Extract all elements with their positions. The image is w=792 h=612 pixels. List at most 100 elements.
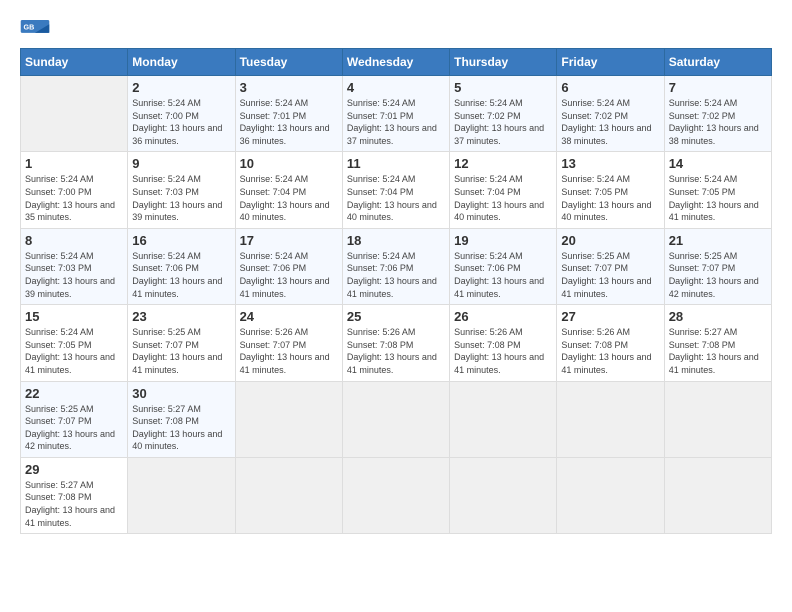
table-row: 18 Sunrise: 5:24 AM Sunset: 7:06 PM Dayli… — [342, 228, 449, 304]
table-row: 14 Sunrise: 5:24 AM Sunset: 7:05 PM Dayli… — [664, 152, 771, 228]
table-row: 4 Sunrise: 5:24 AM Sunset: 7:01 PM Daylig… — [342, 76, 449, 152]
table-row: 27 Sunrise: 5:26 AM Sunset: 7:08 PM Dayli… — [557, 305, 664, 381]
day-info: Sunrise: 5:24 AM Sunset: 7:05 PM Dayligh… — [669, 173, 767, 223]
day-number: 9 — [132, 156, 230, 171]
day-number: 30 — [132, 386, 230, 401]
day-info: Sunrise: 5:27 AM Sunset: 7:08 PM Dayligh… — [25, 479, 123, 529]
table-row — [664, 381, 771, 457]
day-number: 16 — [132, 233, 230, 248]
day-info: Sunrise: 5:25 AM Sunset: 7:07 PM Dayligh… — [561, 250, 659, 300]
day-info: Sunrise: 5:24 AM Sunset: 7:00 PM Dayligh… — [132, 97, 230, 147]
table-row: 19 Sunrise: 5:24 AM Sunset: 7:06 PM Dayli… — [450, 228, 557, 304]
day-number: 2 — [132, 80, 230, 95]
day-header-thursday: Thursday — [450, 49, 557, 76]
table-row: 25Sunrise: 5:26 AM Sunset: 7:08 PM Dayli… — [342, 305, 449, 381]
day-info: Sunrise: 5:26 AM Sunset: 7:07 PM Dayligh… — [240, 326, 338, 376]
day-header-sunday: Sunday — [21, 49, 128, 76]
table-row: 11Sunrise: 5:24 AM Sunset: 7:04 PM Dayli… — [342, 152, 449, 228]
day-number: 1 — [25, 156, 123, 171]
calendar-row-4: 22 Sunrise: 5:25 AM Sunset: 7:07 PM Dayli… — [21, 381, 772, 457]
table-row — [235, 381, 342, 457]
day-info: Sunrise: 5:24 AM Sunset: 7:03 PM Dayligh… — [25, 250, 123, 300]
table-row: 29 Sunrise: 5:27 AM Sunset: 7:08 PM Dayli… — [21, 457, 128, 533]
table-row: 23Sunrise: 5:25 AM Sunset: 7:07 PM Dayli… — [128, 305, 235, 381]
day-number: 13 — [561, 156, 659, 171]
table-row: 6 Sunrise: 5:24 AM Sunset: 7:02 PM Daylig… — [557, 76, 664, 152]
day-header-friday: Friday — [557, 49, 664, 76]
day-info: Sunrise: 5:24 AM Sunset: 7:06 PM Dayligh… — [454, 250, 552, 300]
days-header-row: SundayMondayTuesdayWednesdayThursdayFrid… — [21, 49, 772, 76]
day-header-saturday: Saturday — [664, 49, 771, 76]
table-row — [450, 457, 557, 533]
table-row — [342, 457, 449, 533]
day-number: 20 — [561, 233, 659, 248]
day-header-wednesday: Wednesday — [342, 49, 449, 76]
day-info: Sunrise: 5:24 AM Sunset: 7:04 PM Dayligh… — [240, 173, 338, 223]
day-number: 12 — [454, 156, 552, 171]
table-row — [557, 381, 664, 457]
table-row — [664, 457, 771, 533]
day-number: 22 — [25, 386, 123, 401]
day-info: Sunrise: 5:25 AM Sunset: 7:07 PM Dayligh… — [25, 403, 123, 453]
table-row: 3 Sunrise: 5:24 AM Sunset: 7:01 PM Daylig… — [235, 76, 342, 152]
page-header: GB — [20, 20, 772, 40]
day-number: 6 — [561, 80, 659, 95]
day-number: 14 — [669, 156, 767, 171]
table-row: 21 Sunrise: 5:25 AM Sunset: 7:07 PM Dayli… — [664, 228, 771, 304]
day-info: Sunrise: 5:24 AM Sunset: 7:02 PM Dayligh… — [454, 97, 552, 147]
day-number: 18 — [347, 233, 445, 248]
day-number: 21 — [669, 233, 767, 248]
calendar-table: SundayMondayTuesdayWednesdayThursdayFrid… — [20, 48, 772, 534]
calendar-row-2: 8Sunrise: 5:24 AM Sunset: 7:03 PM Daylig… — [21, 228, 772, 304]
table-row: 9 Sunrise: 5:24 AM Sunset: 7:03 PM Daylig… — [128, 152, 235, 228]
day-number: 29 — [25, 462, 123, 477]
table-row: 24Sunrise: 5:26 AM Sunset: 7:07 PM Dayli… — [235, 305, 342, 381]
day-number: 11 — [347, 156, 445, 171]
table-row — [128, 457, 235, 533]
table-row — [21, 76, 128, 152]
day-info: Sunrise: 5:24 AM Sunset: 7:02 PM Dayligh… — [561, 97, 659, 147]
day-info: Sunrise: 5:24 AM Sunset: 7:06 PM Dayligh… — [240, 250, 338, 300]
day-info: Sunrise: 5:25 AM Sunset: 7:07 PM Dayligh… — [669, 250, 767, 300]
day-number: 5 — [454, 80, 552, 95]
table-row: 26Sunrise: 5:26 AM Sunset: 7:08 PM Dayli… — [450, 305, 557, 381]
day-info: Sunrise: 5:24 AM Sunset: 7:02 PM Dayligh… — [669, 97, 767, 147]
table-row — [342, 381, 449, 457]
svg-text:GB: GB — [24, 23, 35, 31]
day-info: Sunrise: 5:24 AM Sunset: 7:06 PM Dayligh… — [347, 250, 445, 300]
table-row: 7Sunrise: 5:24 AM Sunset: 7:02 PM Daylig… — [664, 76, 771, 152]
day-info: Sunrise: 5:27 AM Sunset: 7:08 PM Dayligh… — [669, 326, 767, 376]
day-number: 28 — [669, 309, 767, 324]
day-info: Sunrise: 5:24 AM Sunset: 7:04 PM Dayligh… — [454, 173, 552, 223]
day-info: Sunrise: 5:24 AM Sunset: 7:05 PM Dayligh… — [561, 173, 659, 223]
day-number: 25 — [347, 309, 445, 324]
day-number: 4 — [347, 80, 445, 95]
logo-icon: GB — [20, 20, 50, 40]
calendar-row-3: 15Sunrise: 5:24 AM Sunset: 7:05 PM Dayli… — [21, 305, 772, 381]
day-number: 17 — [240, 233, 338, 248]
day-info: Sunrise: 5:24 AM Sunset: 7:01 PM Dayligh… — [347, 97, 445, 147]
logo: GB — [20, 20, 54, 40]
table-row — [235, 457, 342, 533]
day-info: Sunrise: 5:27 AM Sunset: 7:08 PM Dayligh… — [132, 403, 230, 453]
day-number: 23 — [132, 309, 230, 324]
table-row: 12 Sunrise: 5:24 AM Sunset: 7:04 PM Dayli… — [450, 152, 557, 228]
day-info: Sunrise: 5:26 AM Sunset: 7:08 PM Dayligh… — [454, 326, 552, 376]
day-info: Sunrise: 5:24 AM Sunset: 7:00 PM Dayligh… — [25, 173, 123, 223]
day-info: Sunrise: 5:26 AM Sunset: 7:08 PM Dayligh… — [561, 326, 659, 376]
table-row — [557, 457, 664, 533]
table-row: 1 Sunrise: 5:24 AM Sunset: 7:00 PM Daylig… — [21, 152, 128, 228]
table-row: 8Sunrise: 5:24 AM Sunset: 7:03 PM Daylig… — [21, 228, 128, 304]
day-number: 27 — [561, 309, 659, 324]
day-info: Sunrise: 5:24 AM Sunset: 7:03 PM Dayligh… — [132, 173, 230, 223]
day-number: 19 — [454, 233, 552, 248]
day-number: 3 — [240, 80, 338, 95]
table-row: 13 Sunrise: 5:24 AM Sunset: 7:05 PM Dayli… — [557, 152, 664, 228]
day-info: Sunrise: 5:24 AM Sunset: 7:06 PM Dayligh… — [132, 250, 230, 300]
day-header-monday: Monday — [128, 49, 235, 76]
table-row: 20 Sunrise: 5:25 AM Sunset: 7:07 PM Dayli… — [557, 228, 664, 304]
day-info: Sunrise: 5:24 AM Sunset: 7:01 PM Dayligh… — [240, 97, 338, 147]
table-row: 5 Sunrise: 5:24 AM Sunset: 7:02 PM Daylig… — [450, 76, 557, 152]
day-number: 15 — [25, 309, 123, 324]
day-number: 10 — [240, 156, 338, 171]
